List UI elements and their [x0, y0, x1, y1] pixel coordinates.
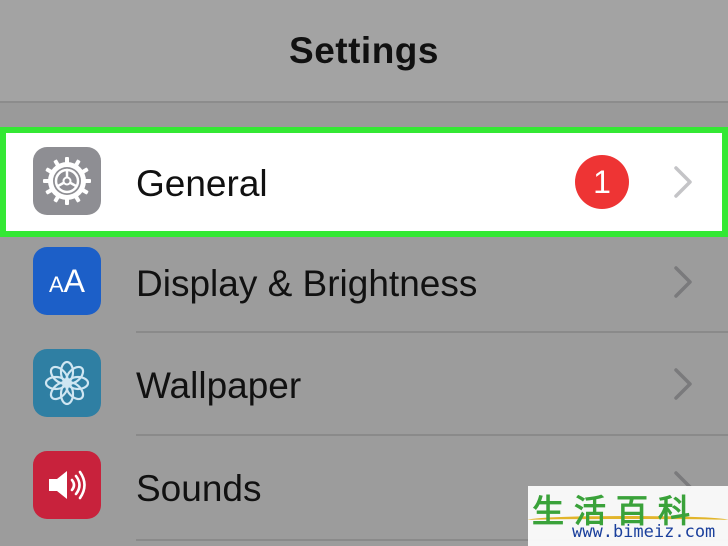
- settings-row-label: Sounds: [136, 468, 262, 509]
- notification-badge: 1: [575, 155, 629, 209]
- settings-row-display-brightness[interactable]: AA Display & Brightness: [0, 237, 728, 340]
- gear-icon: [33, 147, 101, 215]
- settings-screen: Settings General 1 AA Display & Brightne…: [0, 0, 728, 546]
- display-brightness-icon: AA: [33, 247, 101, 315]
- speaker-icon: [33, 451, 101, 519]
- watermark-url: www.bimeiz.com: [572, 522, 716, 542]
- navigation-bar: Settings: [0, 0, 728, 103]
- chevron-right-icon: [674, 266, 692, 298]
- chevron-right-icon: [674, 166, 692, 198]
- settings-row-label: General: [136, 163, 268, 204]
- watermark: 生活百科 www.bimeiz.com: [528, 486, 728, 546]
- page-title: Settings: [289, 30, 439, 71]
- settings-row-label: Wallpaper: [136, 365, 302, 406]
- settings-row-label: Display & Brightness: [136, 263, 478, 304]
- flower-icon: [33, 349, 101, 417]
- settings-list: General 1 AA Display & Brightness Wallpa…: [0, 127, 728, 546]
- chevron-right-icon: [674, 368, 692, 400]
- settings-row-general[interactable]: General 1: [0, 127, 728, 237]
- settings-row-wallpaper[interactable]: Wallpaper: [0, 333, 728, 436]
